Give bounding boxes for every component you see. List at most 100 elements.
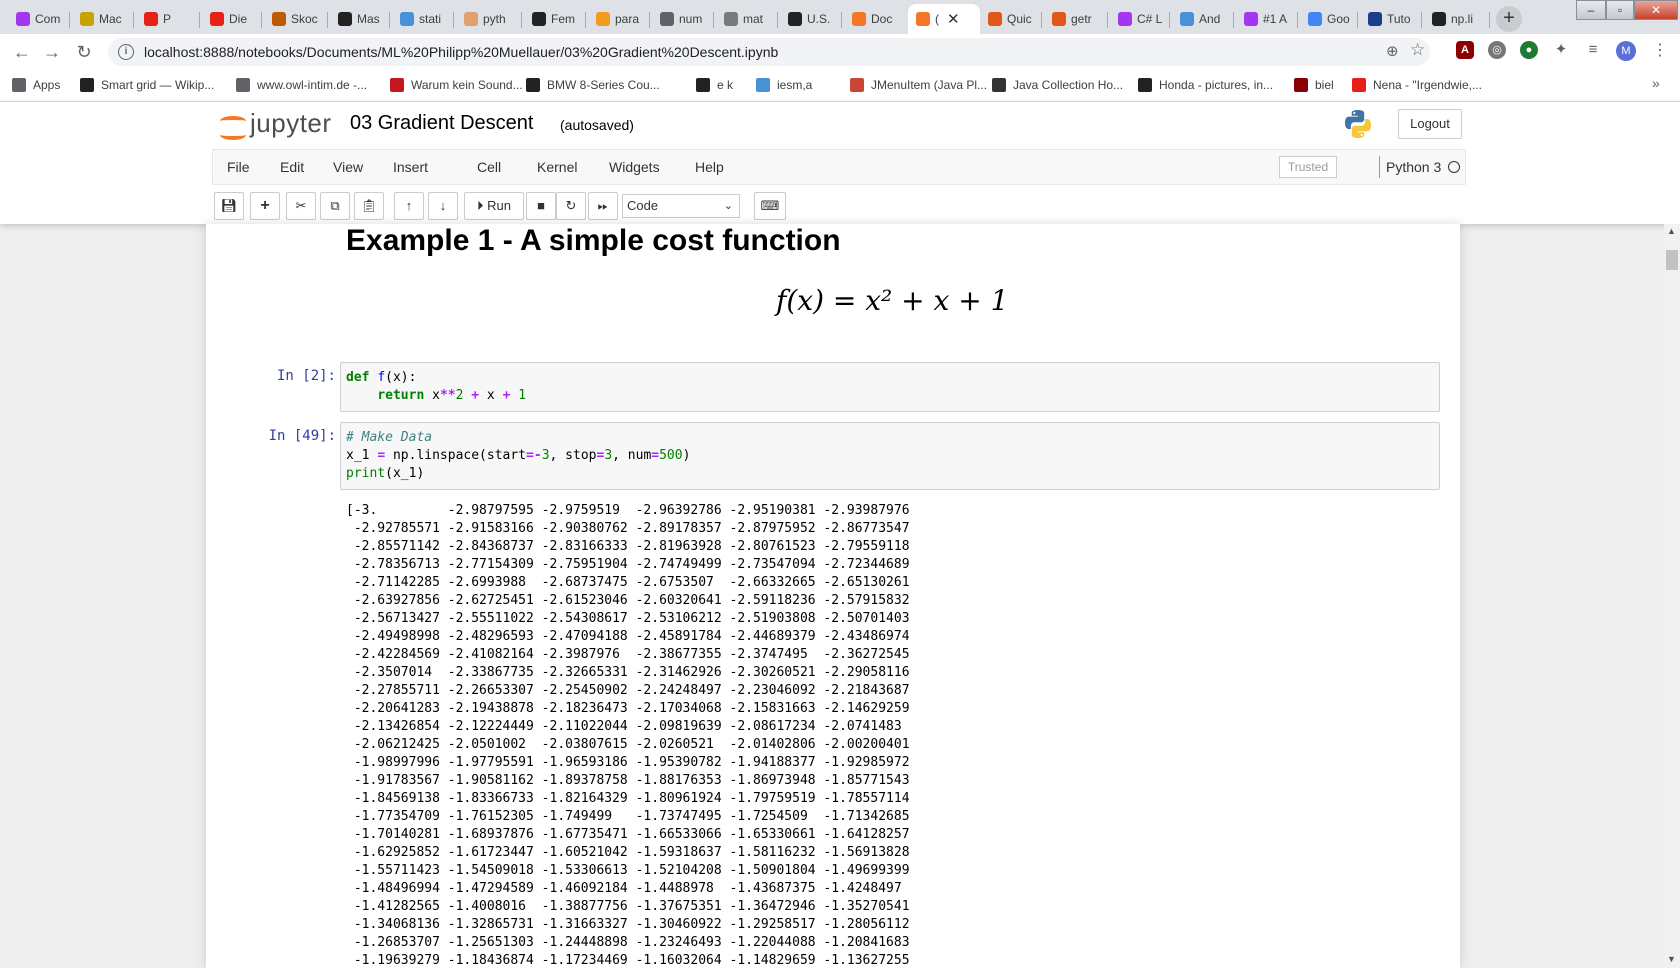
bookmark-item[interactable]: JMenuItem (Java Pl...	[850, 78, 987, 92]
browser-tab[interactable]: P	[136, 4, 200, 34]
menu-file[interactable]: File	[227, 159, 250, 175]
save-button[interactable]: 💾︎	[214, 192, 244, 220]
browser-tab[interactable]: Doc	[844, 4, 906, 34]
bookmark-item[interactable]: Java Collection Ho...	[992, 78, 1123, 92]
info-icon[interactable]: i	[118, 44, 134, 60]
output-line: -2.85571142 -2.84368737 -2.83166333 -2.8…	[346, 539, 910, 554]
browser-tab[interactable]: mat	[716, 4, 778, 34]
interrupt-button[interactable]: ■	[526, 192, 556, 220]
kernel-name[interactable]: Python 3	[1379, 156, 1441, 178]
bookmark-item[interactable]: e k	[696, 78, 733, 92]
new-tab-button[interactable]: +	[1496, 6, 1522, 32]
browser-tab[interactable]: para	[588, 4, 650, 34]
bookmark-item[interactable]: Smart grid — Wikip...	[80, 78, 214, 92]
maximize-button[interactable]: ▫	[1606, 0, 1634, 20]
chevron-down-icon: ⌄	[723, 200, 733, 212]
browser-tab[interactable]: U.S.	[780, 4, 842, 34]
restart-button[interactable]: ↻	[556, 192, 586, 220]
browser-tab[interactable]: Quic	[980, 4, 1042, 34]
menu-help[interactable]: Help	[695, 159, 724, 175]
bookmark-item[interactable]: biel	[1294, 78, 1334, 92]
paste-button[interactable]: 📋︎	[354, 192, 384, 220]
scroll-down-icon[interactable]: ▼	[1667, 954, 1676, 964]
step-forward-icon: ⏵	[477, 198, 484, 213]
run-button[interactable]: ⏵ Run	[464, 192, 524, 220]
bookmark-item[interactable]: Apps	[12, 78, 60, 92]
insert-cell-button[interactable]: +	[250, 192, 280, 220]
close-tab-icon[interactable]: ✕	[947, 10, 960, 28]
code-cell-input[interactable]: # Make Data x_1 = np.linspace(start=-3, …	[340, 422, 1440, 490]
browser-tab[interactable]: Mac	[72, 4, 134, 34]
browser-tab[interactable]: pyth	[456, 4, 522, 34]
menu-widgets[interactable]: Widgets	[609, 159, 660, 175]
tab-site-icon	[1052, 12, 1066, 26]
pdf-extension-icon[interactable]: A	[1456, 41, 1474, 59]
code-cell-input[interactable]: def f(x): return x**2 + x + 1	[340, 362, 1440, 412]
browser-tab[interactable]: C# L	[1110, 4, 1170, 34]
command-palette-button[interactable]: ⌨	[754, 192, 786, 220]
tab-title: Skoc	[291, 12, 318, 26]
cut-button[interactable]: ✂	[286, 192, 316, 220]
browser-tab[interactable]: And	[1172, 4, 1234, 34]
bookmark-item[interactable]: iesm,a	[756, 78, 812, 92]
page-scrollbar[interactable]: ▲ ▼	[1664, 224, 1680, 968]
bookmark-item[interactable]: Warum kein Sound...	[390, 78, 523, 92]
browser-tab[interactable]: Com	[8, 4, 70, 34]
ghost-extension-icon[interactable]: ●	[1520, 41, 1538, 59]
browser-tab[interactable]: Skoc	[264, 4, 328, 34]
bookmark-label: iesm,a	[777, 78, 813, 92]
bookmark-item[interactable]: BMW 8-Series Cou...	[526, 78, 660, 92]
bookmark-item[interactable]: www.owl-intim.de -...	[236, 78, 367, 92]
browser-tab[interactable]: Tuto	[1360, 4, 1422, 34]
logout-button[interactable]: Logout	[1398, 109, 1462, 139]
forward-button[interactable]: →	[40, 40, 64, 64]
menu-insert[interactable]: Insert	[393, 159, 428, 175]
restart-run-all-button[interactable]: ⏩︎	[588, 192, 618, 220]
cell-prompt: In [2]:	[276, 368, 336, 384]
profile-avatar[interactable]: M	[1616, 41, 1636, 61]
more-bookmarks-icon[interactable]: »	[1652, 75, 1660, 91]
menu-kernel[interactable]: Kernel	[537, 159, 577, 175]
browser-tab[interactable]: num	[652, 4, 714, 34]
extension-icon[interactable]: ◎	[1488, 41, 1506, 59]
move-down-button[interactable]: ↓	[428, 192, 458, 220]
copy-button[interactable]: ⧉	[320, 192, 350, 220]
jupyter-logo-icon[interactable]	[218, 110, 248, 144]
menu-cell[interactable]: Cell	[477, 159, 501, 175]
browser-tab[interactable]: #1 A	[1236, 4, 1298, 34]
address-bar[interactable]: i localhost:8888/notebooks/Documents/ML%…	[108, 38, 1430, 66]
browser-tab[interactable]: Die	[202, 4, 262, 34]
bookmark-item[interactable]: Nena - "Irgendwie,...	[1352, 78, 1482, 92]
scrollbar-thumb[interactable]	[1666, 250, 1678, 270]
browser-tab[interactable]: Fem	[524, 4, 586, 34]
browser-tab[interactable]: Mas	[330, 4, 390, 34]
minimize-button[interactable]: –	[1576, 0, 1606, 20]
cell-prompt: In [49]:	[268, 428, 336, 444]
menu-edit[interactable]: Edit	[280, 159, 304, 175]
browser-tab[interactable]: np.li	[1424, 4, 1490, 34]
reading-list-icon[interactable]: ≡	[1584, 41, 1602, 59]
browser-tab[interactable]: getr	[1044, 4, 1108, 34]
move-up-button[interactable]: ↑	[394, 192, 424, 220]
trusted-indicator[interactable]: Trusted	[1279, 156, 1337, 178]
zoom-icon[interactable]: ⊕	[1386, 42, 1399, 60]
browser-tab[interactable]: Goo	[1300, 4, 1358, 34]
bookmark-item[interactable]: Honda - pictures, in...	[1138, 78, 1273, 92]
browser-menu-icon[interactable]: ⋮	[1652, 40, 1668, 60]
jupyter-logo-text[interactable]: jupyter	[250, 108, 332, 139]
bookmark-star-icon[interactable]: ☆	[1410, 40, 1425, 60]
tab-title: Mac	[99, 12, 122, 26]
reload-button[interactable]: ↻	[72, 40, 96, 64]
extensions-puzzle-icon[interactable]: ✦	[1552, 41, 1570, 59]
notebook-title[interactable]: 03 Gradient Descent	[350, 112, 533, 135]
cell-type-select[interactable]: Code ⌄	[622, 194, 740, 218]
cell-output: [-3. -2.98797595 -2.9759519 -2.96392786 …	[346, 502, 910, 968]
close-window-button[interactable]: ✕	[1634, 0, 1678, 20]
browser-tab[interactable]: stati	[392, 4, 454, 34]
scroll-up-icon[interactable]: ▲	[1667, 226, 1676, 236]
run-label: Run	[487, 198, 511, 213]
back-button[interactable]: ←	[10, 40, 34, 64]
output-line: -2.13426854 -2.12224449 -2.11022044 -2.0…	[346, 719, 902, 734]
menu-view[interactable]: View	[333, 159, 363, 175]
browser-tab[interactable]: (✕	[908, 4, 980, 34]
